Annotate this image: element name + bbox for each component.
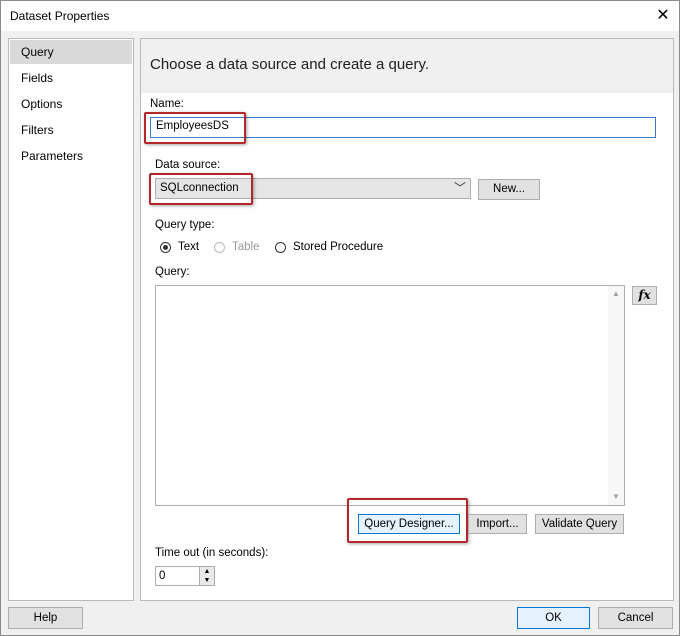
nav-item-label: Options (21, 97, 63, 111)
radio-text-label: Text (178, 241, 200, 253)
query-designer-button[interactable]: Query Designer... (358, 514, 460, 534)
radio-table-label: Table (232, 241, 260, 253)
query-textarea[interactable]: ▲ ▼ (155, 285, 625, 506)
import-button[interactable]: Import... (468, 514, 527, 534)
datasource-label: Data source: (155, 159, 221, 171)
nav-item-label: Filters (21, 123, 54, 137)
nav-item-label: Fields (21, 71, 54, 85)
title-bar: Dataset Properties ✕ (1, 1, 679, 31)
radio-stored-procedure-label: Stored Procedure (293, 241, 384, 253)
timeout-value: 0 (159, 570, 166, 582)
help-button[interactable]: Help (8, 607, 83, 629)
chevron-down-icon: ﹀ (453, 181, 466, 195)
close-icon[interactable]: ✕ (651, 5, 675, 27)
name-input-value: EmployeesDS (156, 120, 229, 132)
cancel-button[interactable]: Cancel (598, 607, 673, 629)
ok-button[interactable]: OK (517, 607, 590, 629)
timeout-stepper[interactable]: 0 ▲ ▼ (155, 566, 215, 586)
nav-item-parameters[interactable]: Parameters (10, 144, 132, 168)
stepper-up-icon[interactable]: ▲ (200, 567, 214, 576)
radio-text[interactable] (160, 242, 171, 253)
fx-icon[interactable]: fx (632, 286, 657, 305)
scroll-up-icon[interactable]: ▲ (608, 286, 624, 302)
timeout-label: Time out (in seconds): (155, 547, 269, 559)
validate-query-button[interactable]: Validate Query (535, 514, 624, 534)
datasource-select[interactable]: SQLconnection ﹀ (155, 178, 471, 199)
scroll-down-icon[interactable]: ▼ (608, 489, 624, 505)
new-datasource-button[interactable]: New... (478, 179, 540, 200)
dataset-properties-dialog: Dataset Properties ✕ Query Fields Option… (0, 0, 680, 636)
query-type-label: Query type: (155, 219, 215, 231)
radio-stored-procedure[interactable] (275, 242, 286, 253)
name-label: Name: (150, 98, 184, 110)
radio-table[interactable] (214, 242, 225, 253)
stepper-down-icon[interactable]: ▼ (200, 576, 214, 585)
window-title: Dataset Properties (10, 9, 110, 23)
stepper-buttons: ▲ ▼ (199, 567, 214, 585)
nav-item-query[interactable]: Query (10, 40, 132, 64)
page-heading: Choose a data source and create a query. (150, 56, 430, 73)
heading-banner: Choose a data source and create a query. (141, 39, 673, 93)
nav-item-label: Query (21, 45, 54, 59)
query-scrollbar[interactable]: ▲ ▼ (608, 286, 624, 505)
nav-panel: Query Fields Options Filters Parameters (8, 38, 134, 601)
query-label: Query: (155, 266, 190, 278)
nav-item-options[interactable]: Options (10, 92, 132, 116)
nav-item-filters[interactable]: Filters (10, 118, 132, 142)
name-input[interactable]: EmployeesDS (150, 117, 656, 138)
nav-item-fields[interactable]: Fields (10, 66, 132, 90)
datasource-value: SQLconnection (160, 182, 239, 194)
nav-item-label: Parameters (21, 149, 84, 163)
